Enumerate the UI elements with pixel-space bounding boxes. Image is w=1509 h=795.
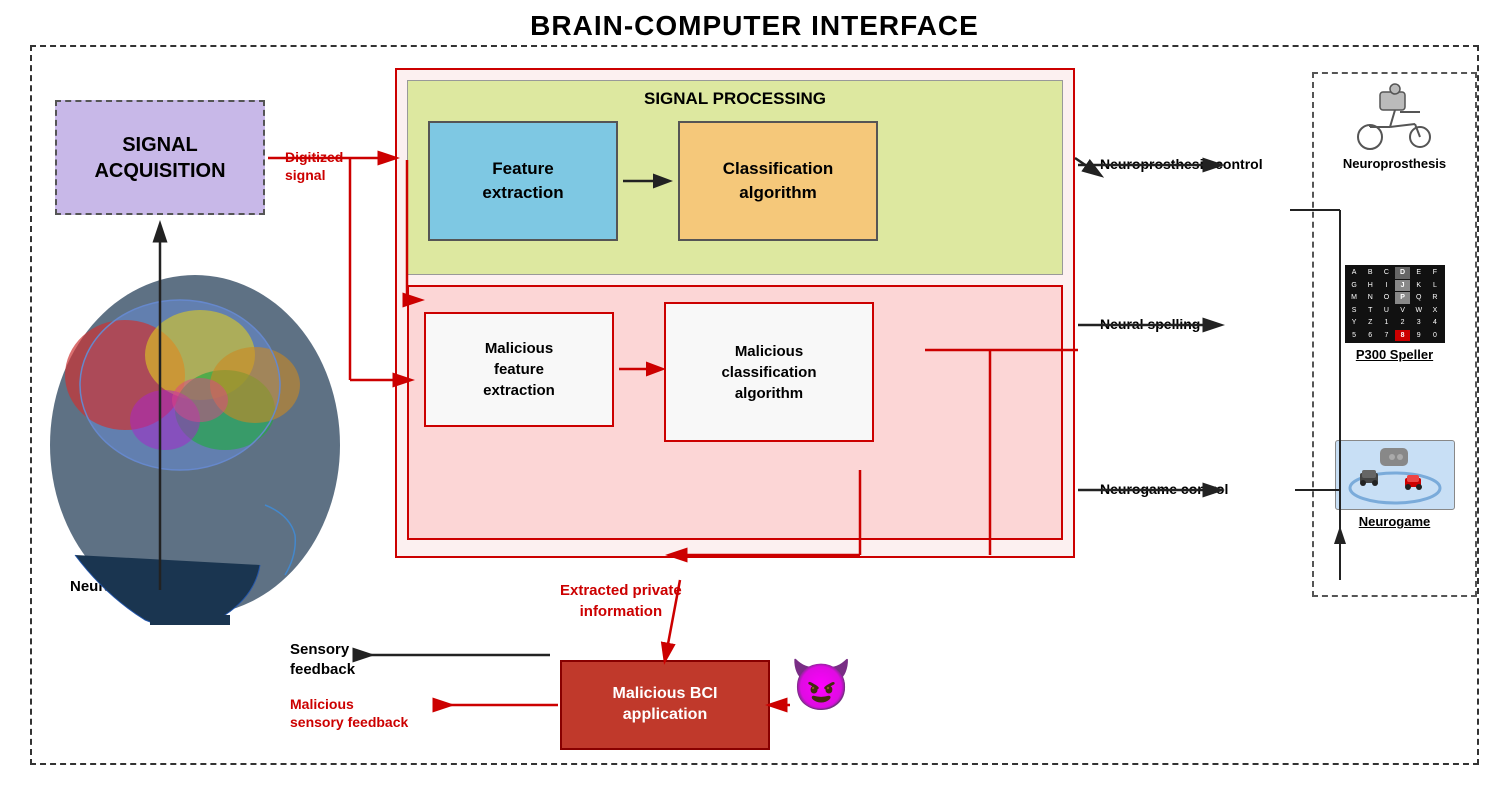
p300-area: A B C D E F G H I J K L M N O P Q R S T … [1317,265,1472,362]
signal-processing-outer: SIGNAL PROCESSING Featureextraction Clas… [395,68,1075,558]
devil-icon: 😈 [790,660,852,710]
wheelchair-icon [1350,82,1440,152]
classification-label: Classificationalgorithm [723,157,834,205]
malicious-sensory-label: Malicioussensory feedback [290,695,408,731]
malicious-feature-label: Maliciousfeatureextraction [483,338,555,401]
signal-acquisition-box: SIGNALACQUISITION [55,100,265,215]
signal-processing-title: SIGNAL PROCESSING [408,81,1062,109]
brain-svg [25,245,365,625]
neurogame-label: Neurogame [1317,514,1472,529]
malicious-feature-box: Maliciousfeatureextraction [424,312,614,427]
neurogame-control-label: Neurogame control [1100,480,1228,498]
p300-label: P300 Speller [1317,347,1472,362]
feature-extraction-box: Featureextraction [428,121,618,241]
page-title: BRAIN-COMPUTER INTERFACE [0,0,1509,42]
signal-acquisition-label: SIGNALACQUISITION [94,132,225,184]
wheelchair-area: Neuroprosthesis [1317,82,1472,171]
classification-box: Classificationalgorithm [678,121,878,241]
main-container: BRAIN-COMPUTER INTERFACE SIGNALACQUISITI… [0,0,1509,795]
malicious-bci-label: Malicious BCIapplication [613,684,718,726]
neurogame-icon [1340,443,1450,508]
feature-extraction-label: Featureextraction [482,157,563,205]
neuroprosthesis-control-label: Neuroprosthesis control [1100,155,1263,173]
extracted-private-label: Extracted privateinformation [560,580,682,622]
neurogame-area: Neurogame [1317,440,1472,529]
neurogame-image [1335,440,1455,510]
signal-processing-inner: SIGNAL PROCESSING Featureextraction Clas… [407,80,1063,275]
arrow-feature-to-class [618,121,678,241]
malicious-classification-label: Maliciousclassificationalgorithm [721,341,816,404]
malicious-bci-box: Malicious BCIapplication [560,660,770,750]
sensory-feedback-label: Sensoryfeedback [290,640,355,679]
neural-spelling-label: Neural spelling [1100,315,1200,333]
p300-grid: A B C D E F G H I J K L M N O P Q R S T … [1345,265,1445,343]
malicious-section: Maliciousfeatureextraction Maliciousclas… [407,285,1063,540]
neuroprosthesis-label: Neuroprosthesis [1317,156,1472,171]
malicious-classification-box: Maliciousclassificationalgorithm [664,302,874,442]
digitized-signal-label: Digitizedsignal [285,148,343,184]
brain-image [25,245,365,625]
arrow-mal-feature-to-class [614,312,669,427]
